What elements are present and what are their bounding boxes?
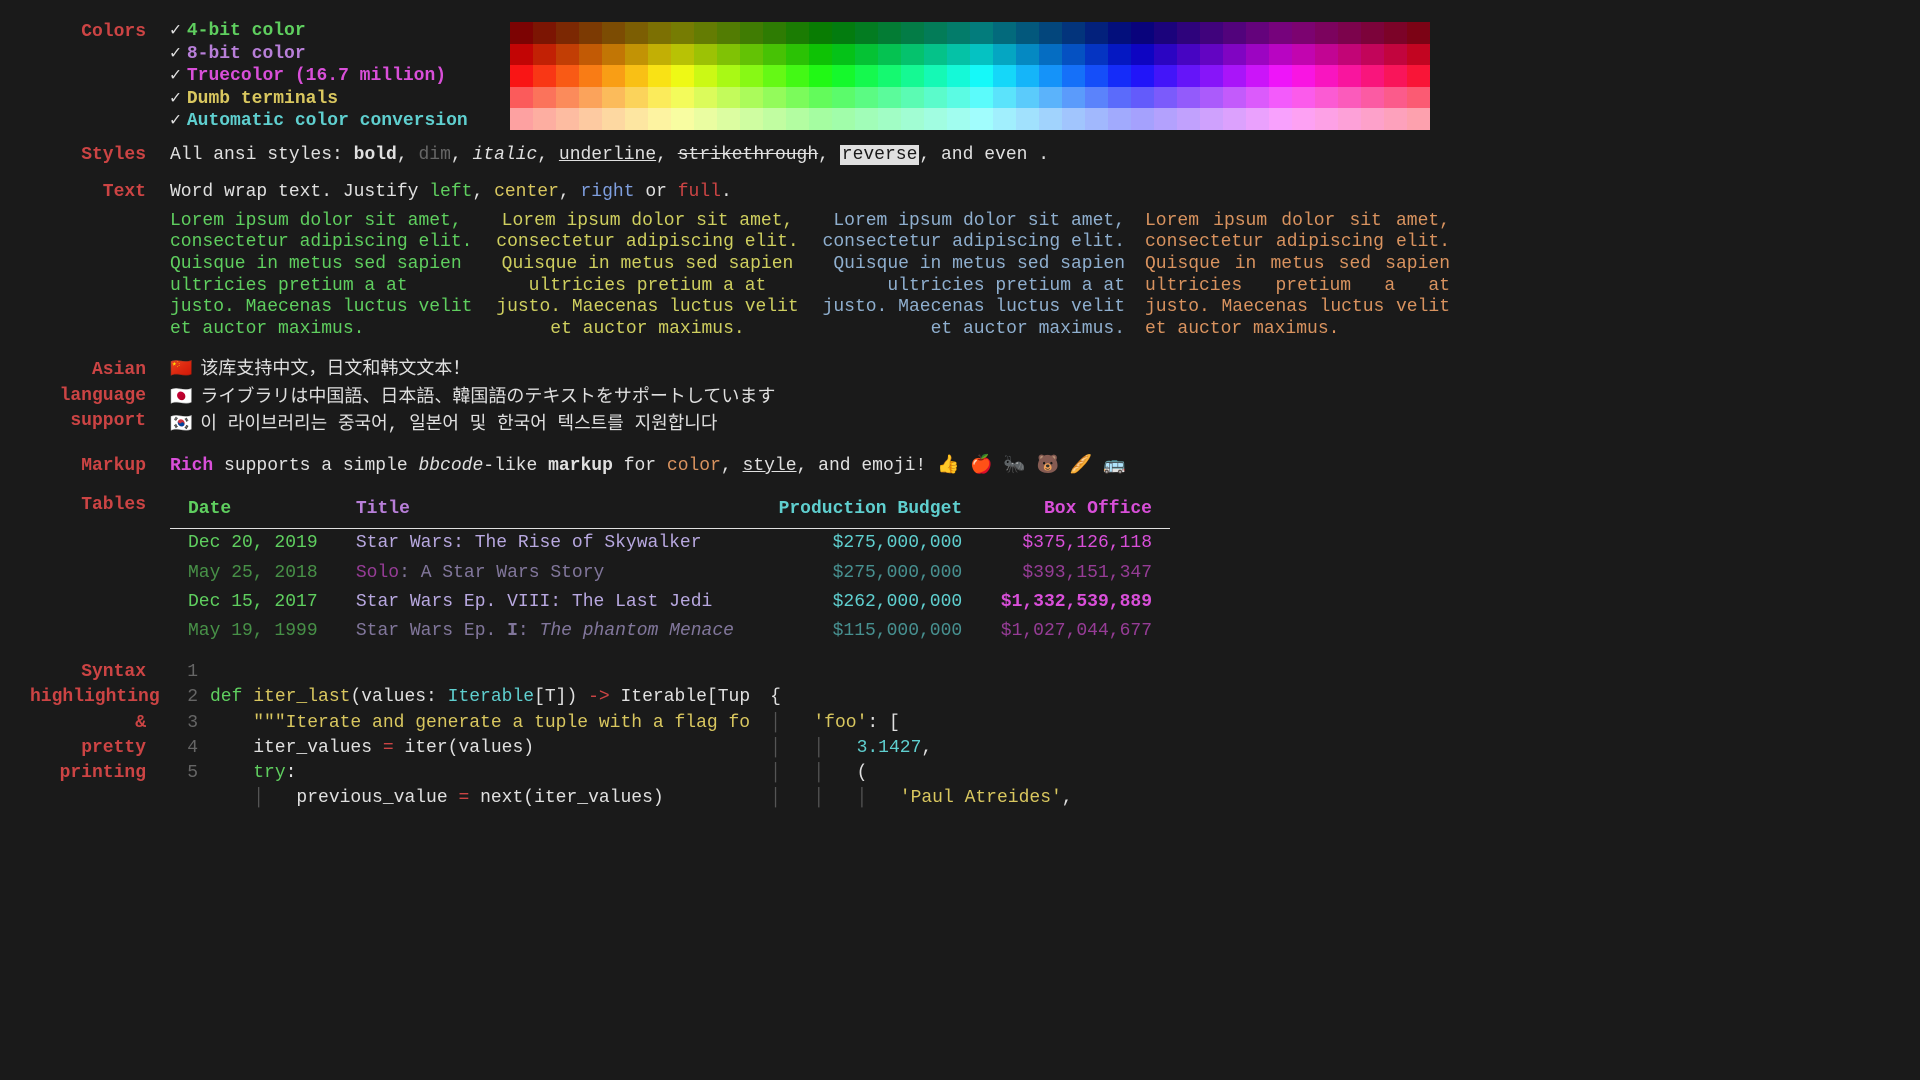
text-center: center: [494, 182, 559, 202]
th-budget: Production Budget: [758, 495, 981, 529]
check-icon: ✓: [170, 44, 181, 64]
markup-row: Markup Rich supports a simple bbcode-lik…: [30, 454, 1890, 479]
flag-jp-icon: 🇯🇵: [170, 388, 192, 408]
table-row: Dec 20, 2019Star Wars: The Rise of Skywa…: [170, 529, 1170, 559]
asian-label: Asian language support: [30, 358, 170, 440]
asian-row: Asian language support 🇨🇳 该库支持中文，日文和韩文文本！…: [30, 358, 1890, 440]
color-item-3: Dumb terminals: [187, 89, 338, 109]
table-header-row: Date Title Production Budget Box Office: [170, 495, 1170, 529]
tables-row: Tables Date Title Production Budget Box …: [30, 493, 1890, 646]
text-row: Text Word wrap text. Justify left, cente…: [30, 180, 1890, 341]
asian-cn: 该库支持中文，日文和韩文文本！: [200, 360, 470, 380]
markup-markup: markup: [548, 456, 613, 476]
color-item-2: Truecolor (16.7 million): [187, 66, 446, 86]
check-icon: ✓: [170, 21, 181, 41]
asian-content: 🇨🇳 该库支持中文，日文和韩文文本！ 🇯🇵 ライブラリは中国語、日本語、韓国語のテキ…: [170, 358, 1890, 440]
style-dim: dim: [418, 145, 450, 165]
lorem-center: Lorem ipsum dolor sit amet, consectetur …: [495, 211, 800, 341]
markup-like: -like: [483, 456, 548, 476]
style-italic: italic: [472, 145, 537, 165]
style-underline: underline: [559, 145, 656, 165]
styles-content: All ansi styles: bold, dim, italic, unde…: [170, 143, 1890, 168]
color-item-0: 4-bit color: [187, 21, 306, 41]
syntax-row: Syntax highlighting & pretty printing 1 …: [30, 660, 1890, 811]
movies-table: Date Title Production Budget Box Office …: [170, 495, 1170, 646]
styles-row: Styles All ansi styles: bold, dim, itali…: [30, 143, 1890, 168]
table-row: May 25, 2018Solo: A Star Wars Story$275,…: [170, 559, 1170, 588]
asian-kr: 이 라이브러리는 중국어, 일본어 및 한국어 텍스트를 지원합니다: [200, 415, 717, 435]
text-label: Text: [30, 180, 170, 341]
colorbar: [510, 22, 1430, 130]
code-block: 1 2 3 4 5 def iter_last(values: Iterable…: [170, 660, 750, 811]
check-icon: ✓: [170, 111, 181, 131]
asian-jp: ライブラリは中国語、日本語、韓国語のテキストをサポートしています: [200, 388, 775, 408]
code-text: def iter_last(values: Iterable[T]) -> It…: [210, 660, 750, 811]
tables-content: Date Title Production Budget Box Office …: [170, 493, 1890, 646]
markup-rich: Rich: [170, 456, 213, 476]
table-row: May 19, 1999Star Wars Ep. I: The phantom…: [170, 617, 1170, 646]
color-item-1: 8-bit color: [187, 44, 306, 64]
text-content: Word wrap text. Justify left, center, ri…: [170, 180, 1890, 341]
markup-style: style: [743, 456, 797, 476]
lorem-grid: Lorem ipsum dolor sit amet, consectetur …: [170, 211, 1450, 341]
th-date: Date: [170, 495, 338, 529]
color-item-4: Automatic color conversion: [187, 111, 468, 131]
th-title: Title: [338, 495, 758, 529]
line-numbers: 1 2 3 4 5: [170, 660, 210, 811]
th-box: Box Office: [980, 495, 1170, 529]
markup-emoji: , and emoji! 👍 🍎 🐜 🐻 🥖 🚌: [797, 456, 1126, 476]
text-or: or: [635, 182, 678, 202]
text-right: right: [581, 182, 635, 202]
flag-cn-icon: 🇨🇳: [170, 360, 192, 380]
style-reverse: reverse: [840, 145, 920, 165]
text-left: left: [429, 182, 472, 202]
colors-label: Colors: [30, 20, 170, 133]
styles-label: Styles: [30, 143, 170, 168]
lorem-right: Lorem ipsum dolor sit amet, consectetur …: [820, 211, 1125, 341]
markup-content: Rich supports a simple bbcode-like marku…: [170, 454, 1890, 479]
styles-prefix: All ansi styles:: [170, 145, 354, 165]
pretty-block: { │ 'foo': [ │ │ 3.1427, │ │ (( │ │ │ 'P…: [770, 660, 1072, 811]
table-row: Dec 15, 2017Star Wars Ep. VIII: The Last…: [170, 588, 1170, 617]
text-period: .: [721, 182, 732, 202]
style-bold: bold: [354, 145, 397, 165]
markup-bbcode: bbcode: [418, 456, 483, 476]
markup-color: color: [667, 456, 721, 476]
tables-label: Tables: [30, 493, 170, 646]
markup-label: Markup: [30, 454, 170, 479]
syntax-label: Syntax highlighting & pretty printing: [30, 660, 170, 811]
check-icon: ✓: [170, 66, 181, 86]
styles-suffix: , and even .: [919, 145, 1049, 165]
markup-for: for: [613, 456, 667, 476]
syntax-content: 1 2 3 4 5 def iter_last(values: Iterable…: [170, 660, 1890, 811]
flag-kr-icon: 🇰🇷: [170, 415, 192, 435]
lorem-left: Lorem ipsum dolor sit amet, consectetur …: [170, 211, 475, 341]
style-strike: strikethrough: [678, 145, 818, 165]
check-icon: ✓: [170, 89, 181, 109]
text-intro: Word wrap text. Justify: [170, 182, 429, 202]
text-full: full: [678, 182, 721, 202]
lorem-full: Lorem ipsum dolor sit amet, consectetur …: [1145, 211, 1450, 341]
markup-sup: supports a simple: [213, 456, 418, 476]
